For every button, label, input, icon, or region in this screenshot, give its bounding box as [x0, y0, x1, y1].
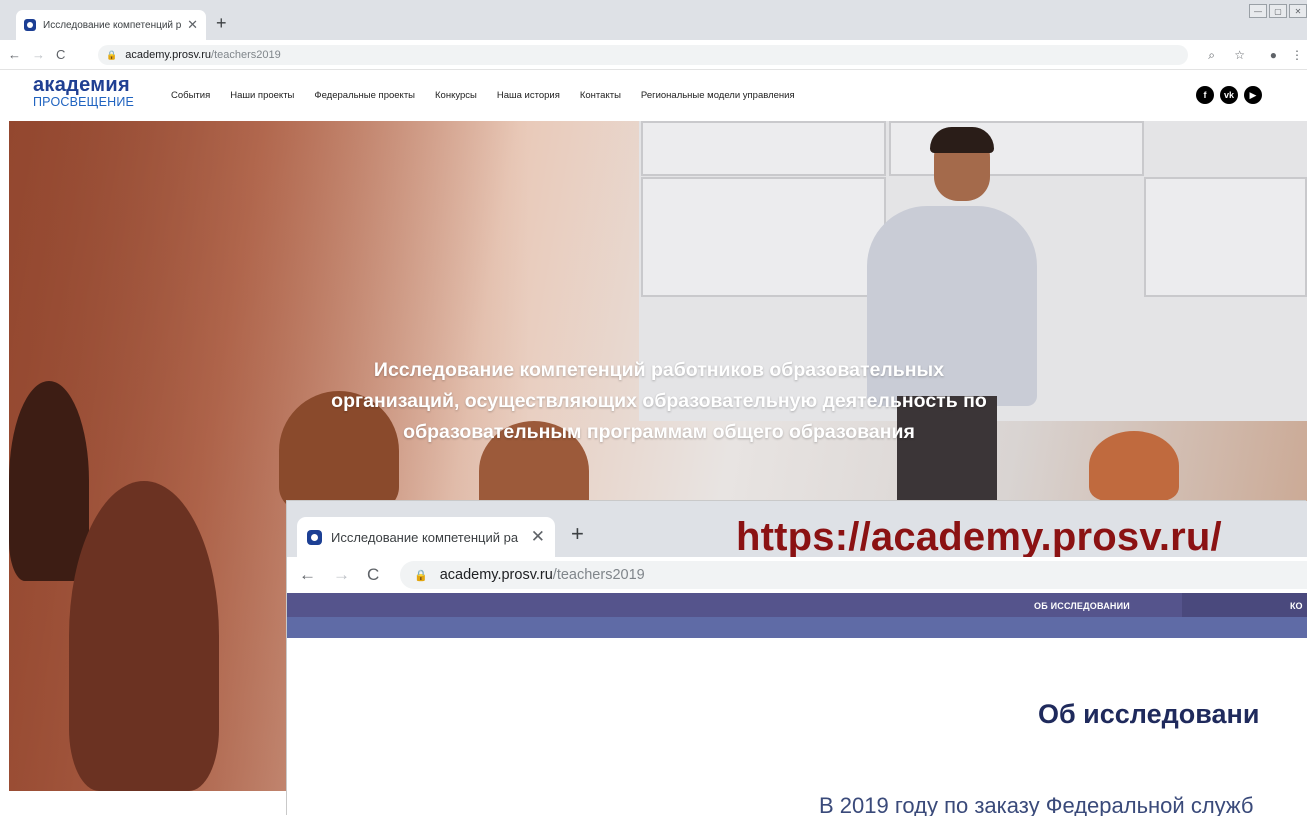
- overlay-lock-icon: 🔒: [414, 569, 428, 582]
- maximize-icon[interactable]: ▢: [1269, 4, 1287, 18]
- main-menu: События Наши проекты Федеральные проекты…: [171, 90, 795, 101]
- overlay-sub-strip: [287, 617, 1307, 638]
- browser-tab[interactable]: Исследование компетенций ра ✕: [16, 10, 206, 40]
- tab-title: Исследование компетенций ра: [43, 19, 182, 31]
- site-favicon-icon: [24, 19, 36, 31]
- hero-audience: [69, 481, 219, 791]
- address-bar-row: ← → C 🔒 academy.prosv.ru /teachers2019 ⌕…: [0, 40, 1307, 70]
- menu-item-projects[interactable]: Наши проекты: [230, 90, 294, 101]
- overlay-address-bar-row: ← → C 🔒 academy.prosv.ru /teachers2019: [287, 557, 1307, 593]
- menu-item-events[interactable]: События: [171, 90, 210, 101]
- bookmark-star-icon[interactable]: ☆: [1234, 48, 1245, 62]
- overlay-tab-title: Исследование компетенций ра: [331, 529, 519, 545]
- close-window-icon[interactable]: ✕: [1289, 4, 1307, 18]
- tab-strip: Исследование компетенций ра ✕ + — ▢ ✕: [0, 0, 1307, 40]
- zoom-icon[interactable]: ⌕: [1208, 48, 1215, 63]
- lock-icon: 🔒: [106, 49, 118, 60]
- menu-item-contacts[interactable]: Контакты: [580, 90, 621, 101]
- overlay-forward-arrow-icon[interactable]: →: [333, 565, 350, 585]
- logo-line-2: ПРОСВЕЩЕНИЕ: [33, 95, 135, 109]
- tab-close-icon[interactable]: ✕: [187, 17, 198, 33]
- menu-item-history[interactable]: Наша история: [497, 90, 560, 101]
- hero-presenter-hair: [930, 127, 994, 153]
- url-path: /teachers2019: [211, 49, 281, 61]
- menu-item-regional-models[interactable]: Региональные модели управления: [641, 90, 795, 101]
- overlay-tab-strip: Исследование компетенций ра ✕ + https://…: [287, 501, 1307, 559]
- reload-icon[interactable]: C: [56, 47, 65, 62]
- site-header: академия ПРОСВЕЩЕНИЕ События Наши проект…: [0, 71, 1307, 121]
- highlighted-url-caption: https://academy.prosv.ru/: [736, 515, 1222, 559]
- youtube-icon[interactable]: ▶: [1244, 86, 1262, 104]
- back-arrow-icon[interactable]: ←: [8, 47, 21, 62]
- minimize-icon[interactable]: —: [1249, 4, 1267, 18]
- site-logo[interactable]: академия ПРОСВЕЩЕНИЕ: [33, 75, 134, 109]
- new-tab-button[interactable]: +: [216, 14, 227, 32]
- menu-item-contests[interactable]: Конкурсы: [435, 90, 477, 101]
- hero-screen-panel: [641, 177, 886, 297]
- hero-screen-panel: [889, 121, 1144, 176]
- overlay-url-host: academy.prosv.ru: [439, 567, 553, 583]
- overlay-new-tab-button[interactable]: +: [571, 523, 584, 545]
- hero-audience: [1089, 431, 1179, 501]
- facebook-icon[interactable]: f: [1196, 86, 1214, 104]
- vk-icon[interactable]: vk: [1220, 86, 1238, 104]
- hero-audience: [9, 381, 89, 581]
- overlay-tab-close-icon[interactable]: ✕: [531, 527, 545, 547]
- overlay-back-arrow-icon[interactable]: ←: [299, 565, 316, 585]
- nav-item-active-bg: [1182, 593, 1307, 617]
- browser-menu-icon[interactable]: ⋮: [1291, 48, 1303, 62]
- forward-arrow-icon[interactable]: →: [32, 47, 45, 62]
- overlay-reload-icon[interactable]: C: [367, 565, 379, 585]
- hero-screen-panel: [1144, 177, 1307, 297]
- profile-avatar-icon[interactable]: ●: [1270, 48, 1277, 62]
- menu-item-federal-projects[interactable]: Федеральные проекты: [314, 90, 415, 101]
- window-controls: — ▢ ✕: [1249, 4, 1307, 18]
- nav-item-competencies[interactable]: КО: [1290, 601, 1303, 611]
- overlay-url-path: /teachers2019: [552, 567, 645, 583]
- nav-item-about-research[interactable]: ОБ ИССЛЕДОВАНИИ: [1034, 601, 1130, 611]
- section-paragraph: В 2019 году по заказу Федеральной служб: [819, 793, 1254, 816]
- zoomed-browser-window: Исследование компетенций ра ✕ + https://…: [287, 501, 1307, 816]
- url-host: academy.prosv.ru: [125, 49, 212, 61]
- overlay-browser-tab[interactable]: Исследование компетенций ра ✕: [297, 517, 555, 557]
- url-field[interactable]: 🔒 academy.prosv.ru /teachers2019: [98, 45, 1188, 65]
- hero-screen-panel: [641, 121, 886, 176]
- overlay-favicon-icon: [307, 529, 322, 545]
- overlay-url-field[interactable]: 🔒 academy.prosv.ru /teachers2019: [400, 561, 1307, 589]
- overlay-site-nav: ОБ ИССЛЕДОВАНИИ КО: [287, 593, 1307, 617]
- hero-title: Исследование компетенций работников обра…: [331, 359, 987, 443]
- logo-line-1: академия: [33, 74, 130, 96]
- section-heading: Об исследовани: [1038, 699, 1260, 729]
- social-links: f vk ▶: [1196, 86, 1262, 104]
